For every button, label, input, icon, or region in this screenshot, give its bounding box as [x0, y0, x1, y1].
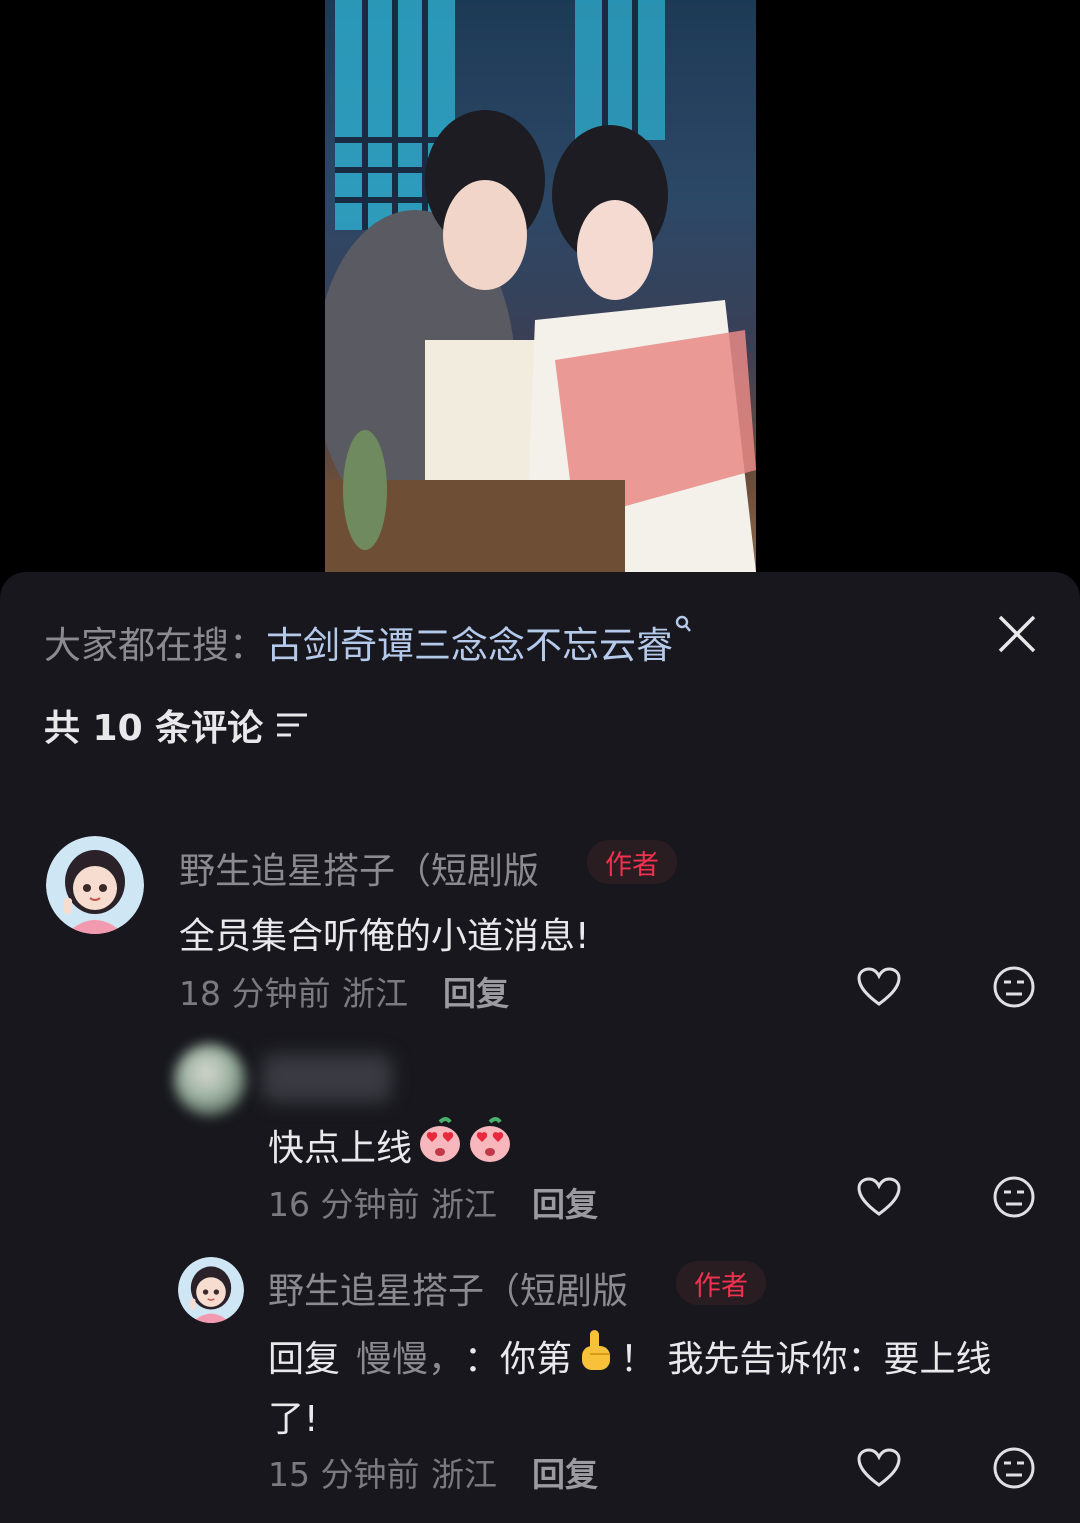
- close-icon[interactable]: [996, 613, 1038, 655]
- reply-text-part2: ！ 我先告诉你：要上线: [620, 1338, 992, 1380]
- like-heart-icon[interactable]: [857, 967, 901, 1011]
- comment-location: 浙江: [431, 1185, 497, 1224]
- reply-text-line2: 了!: [268, 1399, 319, 1440]
- comment-location: 浙江: [342, 974, 408, 1013]
- comment-username[interactable]: 野生追星搭子（短剧版: [268, 1262, 628, 1314]
- dislike-face-icon[interactable]: [993, 1176, 1035, 1222]
- avatar[interactable]: [174, 1044, 246, 1116]
- dislike-face-icon[interactable]: [993, 966, 1035, 1012]
- sort-icon[interactable]: [275, 711, 309, 743]
- post-image[interactable]: [325, 0, 756, 572]
- author-badge: 作者: [587, 840, 677, 884]
- hot-search-term[interactable]: 古剑奇谭三念念不忘云睿: [266, 615, 673, 669]
- comment-time: 16 分钟前: [268, 1185, 420, 1224]
- reply-text: 快点上线: [268, 1116, 514, 1173]
- avatar[interactable]: [46, 836, 144, 934]
- avatar[interactable]: [178, 1257, 244, 1323]
- reply-to-username[interactable]: 慢慢，: [356, 1330, 464, 1382]
- comment-username[interactable]: 野生追星搭子（短剧版: [179, 842, 539, 894]
- pointing-up-emoji: [576, 1328, 616, 1383]
- reply-prefix: 回复: [268, 1338, 341, 1380]
- reply-text: 回复 慢慢， ：你第 ！ 我先告诉你：要上线: [268, 1328, 992, 1383]
- reply-text-content: 快点上线: [268, 1127, 413, 1169]
- hot-search-prefix: 大家都在搜：: [44, 624, 266, 667]
- like-heart-icon[interactable]: [857, 1448, 901, 1492]
- author-badge: 作者: [676, 1261, 766, 1305]
- comment-count: 共 10 条评论: [44, 708, 264, 749]
- heart-eyes-peach-emoji: [466, 1116, 514, 1173]
- reply-button[interactable]: 回复: [532, 1178, 598, 1226]
- comment-location: 浙江: [431, 1455, 497, 1494]
- dislike-face-icon[interactable]: [993, 1447, 1035, 1493]
- comment-time: 18 分钟前: [179, 974, 331, 1013]
- search-icon[interactable]: [675, 615, 693, 642]
- comment-text: 全员集合听俺的小道消息!: [179, 916, 590, 957]
- like-heart-icon[interactable]: [857, 1177, 901, 1221]
- reply-username-blurred[interactable]: [262, 1054, 392, 1102]
- reply-button[interactable]: 回复: [443, 967, 509, 1015]
- reply-text-part1: ：你第: [464, 1338, 573, 1380]
- hot-search-bar[interactable]: 大家都在搜： 古剑奇谭三念念不忘云睿: [44, 615, 693, 669]
- comment-count-header: 共 10 条评论: [44, 702, 309, 749]
- reply-button[interactable]: 回复: [532, 1448, 598, 1496]
- post-image-art: [325, 0, 756, 572]
- comment-time: 15 分钟前: [268, 1455, 420, 1494]
- heart-eyes-peach-emoji: [416, 1116, 464, 1173]
